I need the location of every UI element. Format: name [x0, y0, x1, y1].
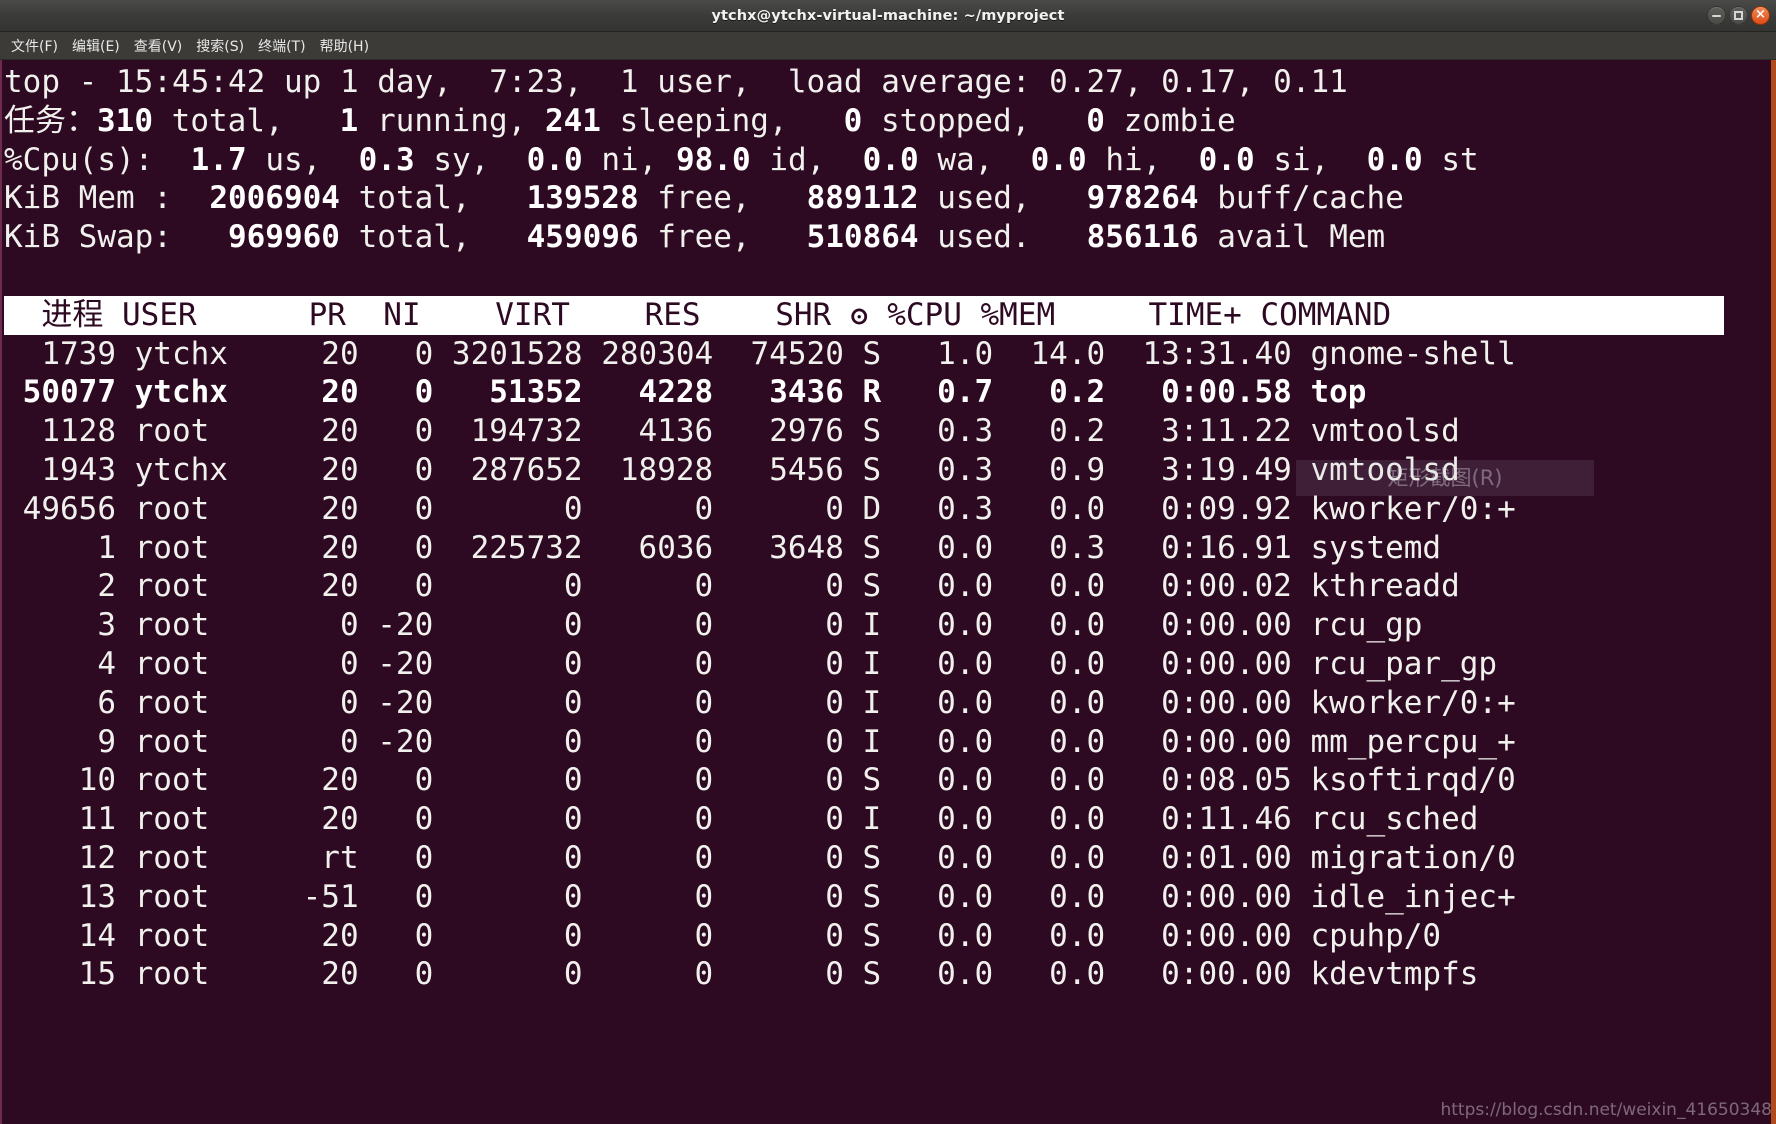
table-row: 50077 ytchx 20 0 51352 4228 3436 R 0.7 0…	[4, 374, 1367, 411]
top-uptime-line: top - 15:45:42 up 1 day, 7:23, 1 user, l…	[4, 63, 1776, 102]
table-row: 3 root 0 -20 0 0 0 I 0.0 0.0 0:00.00 rcu…	[4, 607, 1423, 644]
mem-buff: 978264	[1086, 180, 1199, 217]
cpu-wa: 0.0	[862, 141, 919, 178]
table-row: 4 root 0 -20 0 0 0 I 0.0 0.0 0:00.00 rcu…	[4, 645, 1498, 682]
window-controls: ×	[1707, 0, 1770, 31]
tasks-running: 1	[339, 102, 359, 139]
swap-free-label: free,	[657, 219, 751, 256]
swap-free: 459096	[526, 219, 639, 256]
cpu-hi: 0.0	[1030, 141, 1087, 178]
maximize-button[interactable]	[1729, 6, 1748, 25]
table-row: 1943 ytchx 20 0 287652 18928 5456 S 0.3 …	[4, 451, 1460, 488]
mem-label: KiB Mem :	[4, 180, 172, 217]
swap-label: KiB Swap:	[4, 219, 172, 256]
uptime-text: top - 15:45:42 up 1 day, 7:23, 1 user, l…	[4, 64, 1348, 100]
tasks-total-label: total,	[171, 102, 284, 139]
cpu-ni: 0.0	[526, 141, 583, 178]
process-table-header: 进程 USER PR NI VIRT RES SHR ʘ %CPU %MEM T…	[4, 295, 1724, 335]
top-tasks-line: 任务：310 total, 1 running, 241 sleeping, 0…	[4, 102, 1776, 141]
cpu-si-label: si,	[1273, 141, 1330, 178]
tasks-running-label: running,	[377, 102, 527, 139]
table-row: 2 root 20 0 0 0 0 S 0.0 0.0 0:00.02 kthr…	[4, 568, 1460, 605]
tasks-zombie: 0	[1086, 102, 1105, 139]
title-bar: ytchx@ytchx-virtual-machine: ~/myproject…	[0, 0, 1776, 32]
cpu-us: 1.7	[190, 141, 247, 178]
window-right-edge	[1771, 60, 1776, 1124]
table-row: 14 root 20 0 0 0 0 S 0.0 0.0 0:00.00 cpu…	[4, 917, 1442, 954]
swap-avail-label: avail Mem	[1217, 219, 1386, 256]
table-row: 15 root 20 0 0 0 0 S 0.0 0.0 0:00.00 kde…	[4, 956, 1479, 993]
table-row: 11 root 20 0 0 0 0 I 0.0 0.0 0:11.46 rcu…	[4, 801, 1479, 838]
cpu-ni-label: ni,	[601, 141, 658, 178]
top-cpu-line: %Cpu(s): 1.7 us, 0.3 sy, 0.0 ni, 98.0 id…	[4, 141, 1776, 180]
process-table-body: 1739 ytchx 20 0 3201528 280304 74520 S 1…	[4, 335, 1776, 995]
close-button[interactable]: ×	[1751, 6, 1770, 25]
swap-used-label: used.	[937, 219, 1031, 256]
tasks-sleeping: 241	[544, 102, 601, 139]
swap-total: 969960	[227, 219, 340, 256]
terminal-text-area: top - 15:45:42 up 1 day, 7:23, 1 user, l…	[2, 60, 1776, 994]
cpu-hi-label: hi,	[1105, 141, 1162, 178]
maximize-icon	[1734, 11, 1743, 20]
menu-item-file[interactable]: 文件(F)	[4, 33, 65, 59]
cpu-us-label: us,	[265, 141, 322, 178]
menu-item-edit[interactable]: 编辑(E)	[65, 33, 127, 59]
mem-total-label: total,	[358, 180, 471, 217]
swap-avail: 856116	[1086, 219, 1199, 256]
menu-item-view[interactable]: 查看(V)	[127, 33, 190, 59]
top-swap-line: KiB Swap: 969960 total, 459096 free, 510…	[4, 218, 1776, 257]
table-row: 13 root -51 0 0 0 0 S 0.0 0.0 0:00.00 id…	[4, 878, 1516, 915]
cpu-si: 0.0	[1198, 141, 1255, 178]
table-row: 1 root 20 0 225732 6036 3648 S 0.0 0.3 0…	[4, 529, 1442, 566]
table-row: 1128 root 20 0 194732 4136 2976 S 0.3 0.…	[4, 413, 1460, 450]
cpu-sy: 0.3	[358, 141, 415, 178]
watermark: https://blog.csdn.net/weixin_41650348	[1440, 1100, 1772, 1120]
cpu-wa-label: wa,	[937, 141, 994, 178]
menu-item-terminal[interactable]: 终端(T)	[251, 33, 312, 59]
tasks-stopped-label: stopped,	[880, 102, 1031, 139]
menu-item-help[interactable]: 帮助(H)	[313, 33, 376, 59]
table-row: 10 root 20 0 0 0 0 S 0.0 0.0 0:08.05 kso…	[4, 762, 1516, 799]
table-row: 49656 root 20 0 0 0 0 D 0.3 0.0 0:09.92 …	[4, 490, 1516, 527]
tasks-stopped: 0	[843, 102, 863, 139]
swap-used: 510864	[806, 219, 919, 256]
terminal-window: ytchx@ytchx-virtual-machine: ~/myproject…	[0, 0, 1776, 1124]
cpu-label: %Cpu(s):	[4, 141, 154, 178]
cpu-sy-label: sy,	[433, 141, 490, 178]
tasks-zombie-label: zombie	[1123, 102, 1236, 139]
table-row: 1739 ytchx 20 0 3201528 280304 74520 S 1…	[4, 335, 1516, 372]
cpu-id: 98.0	[675, 141, 751, 178]
menu-bar: 文件(F) 编辑(E) 查看(V) 搜索(S) 终端(T) 帮助(H)	[0, 32, 1776, 60]
mem-used: 889112	[806, 180, 919, 217]
tasks-sleeping-label: sleeping,	[619, 102, 788, 139]
cpu-id-label: id,	[769, 141, 826, 178]
terminal-content[interactable]: top - 15:45:42 up 1 day, 7:23, 1 user, l…	[0, 60, 1776, 1124]
cpu-st: 0.0	[1366, 141, 1423, 178]
table-row: 12 root rt 0 0 0 0 S 0.0 0.0 0:01.00 mig…	[4, 839, 1516, 876]
close-icon: ×	[1755, 7, 1766, 22]
table-row: 6 root 0 -20 0 0 0 I 0.0 0.0 0:00.00 kwo…	[4, 684, 1516, 721]
window-title: ytchx@ytchx-virtual-machine: ~/myproject	[711, 7, 1065, 24]
mem-free: 139528	[526, 180, 639, 217]
minimize-button[interactable]	[1707, 6, 1726, 25]
tasks-label: 任务：	[4, 102, 97, 139]
table-row: 9 root 0 -20 0 0 0 I 0.0 0.0 0:00.00 mm_…	[4, 723, 1516, 760]
mem-used-label: used,	[937, 180, 1031, 217]
tasks-total: 310	[97, 102, 153, 139]
swap-total-label: total,	[358, 219, 471, 256]
menu-item-search[interactable]: 搜索(S)	[189, 33, 251, 59]
mem-total: 2006904	[209, 180, 340, 217]
cpu-st-label: st	[1441, 141, 1479, 178]
minimize-icon	[1712, 14, 1721, 17]
mem-free-label: free,	[657, 180, 751, 217]
mem-buff-label: buff/cache	[1217, 180, 1404, 217]
top-mem-line: KiB Mem : 2006904 total, 139528 free, 88…	[4, 179, 1776, 218]
